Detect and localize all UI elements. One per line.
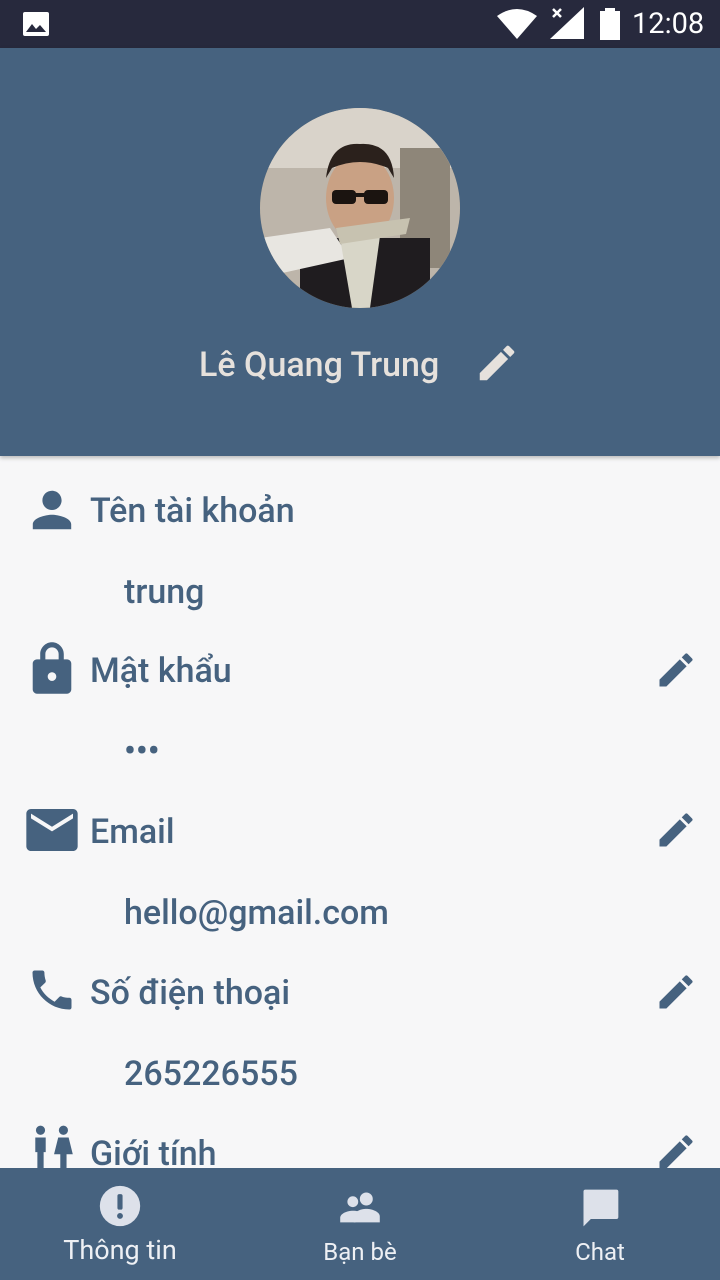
gender-icon [35, 1125, 73, 1168]
edit-password-icon[interactable] [654, 648, 698, 692]
field-value: hello@gmail.com [124, 893, 389, 933]
edit-email-icon[interactable] [654, 808, 698, 852]
field-label: Email [90, 812, 175, 852]
field-value: trung [124, 572, 205, 612]
edit-name-icon[interactable] [474, 340, 520, 386]
profile-info-list: Tên tài khoản trung Mật khẩu ••• Email h… [0, 456, 720, 1168]
field-value: ••• [124, 731, 160, 771]
chat-icon [583, 1189, 619, 1227]
status-time: 12:08 [632, 7, 705, 41]
status-bar: 12:08 [0, 0, 720, 48]
avatar-photo [260, 108, 460, 308]
edit-gender-icon[interactable] [654, 1130, 698, 1168]
profile-name: Lê Quang Trung [199, 345, 440, 385]
person-icon [32, 490, 72, 530]
avatar[interactable] [260, 108, 460, 308]
wifi-icon [497, 9, 537, 39]
field-label: Giới tính [90, 1134, 217, 1168]
mail-icon [26, 809, 78, 851]
nav-label-friends: Bạn bè [323, 1238, 397, 1266]
field-label: Số điện thoại [90, 973, 290, 1013]
profile-header: Lê Quang Trung [0, 48, 720, 456]
nav-tab-friends[interactable]: Bạn bè [240, 1168, 480, 1280]
field-value: 265226555 [124, 1054, 298, 1094]
battery-icon [600, 8, 620, 40]
bottom-navigation: Thông tin Bạn bè Chat [0, 1168, 720, 1280]
phone-icon [32, 970, 72, 1010]
info-alert-icon [99, 1185, 141, 1227]
nav-label-info: Thông tin [63, 1234, 177, 1266]
field-label: Tên tài khoản [90, 491, 295, 531]
lock-icon [32, 642, 72, 694]
friends-icon [340, 1192, 380, 1223]
signal-icon [550, 7, 584, 39]
nav-tab-chat[interactable]: Chat [480, 1168, 720, 1280]
edit-phone-icon[interactable] [654, 970, 698, 1014]
nav-label-chat: Chat [575, 1238, 625, 1266]
field-label: Mật khẩu [90, 651, 232, 691]
image-icon [23, 12, 49, 36]
nav-tab-info[interactable]: Thông tin [0, 1168, 240, 1280]
